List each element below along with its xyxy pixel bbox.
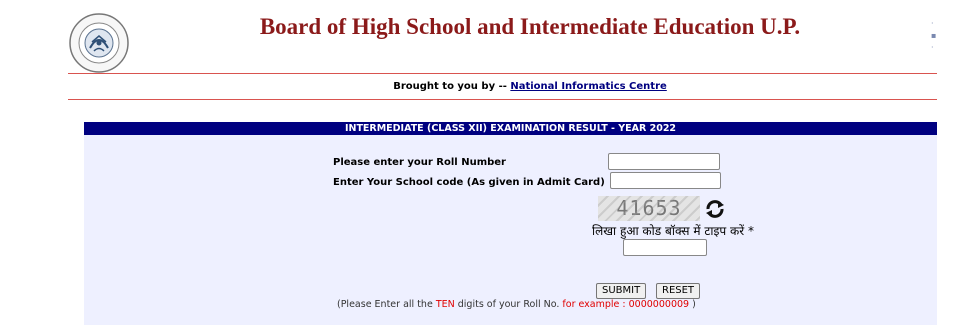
credit-prefix: Brought to you by --	[393, 81, 511, 92]
reset-button[interactable]: RESET	[656, 283, 701, 299]
captcha-input[interactable]	[623, 239, 707, 256]
edge-marks: · ▪ ·	[931, 19, 937, 52]
note-mid: digits of your Roll No.	[454, 299, 563, 310]
page-title: Board of High School and Intermediate Ed…	[259, 14, 801, 39]
school-code-label: Enter Your School code (As given in Admi…	[333, 177, 605, 188]
submit-button[interactable]: SUBMIT	[596, 283, 647, 299]
divider	[68, 73, 937, 74]
note-example: for example : 0000000009	[562, 299, 690, 310]
captcha-hint: लिखा हुआ कोड बॉक्स में टाइप करें *	[592, 224, 754, 238]
note-open: (Please Enter all the	[337, 299, 436, 310]
divider	[68, 99, 937, 100]
roll-number-input[interactable]	[608, 153, 720, 170]
result-form-panel: INTERMEDIATE (CLASS XII) EXAMINATION RES…	[84, 122, 937, 325]
note-ten: TEN	[435, 299, 455, 310]
school-code-input[interactable]	[610, 172, 721, 189]
nic-link[interactable]: National Informatics Centre	[510, 81, 666, 92]
captcha-image: 41653	[598, 196, 700, 221]
roll-number-label: Please enter your Roll Number	[333, 157, 506, 168]
refresh-captcha-icon[interactable]	[704, 198, 726, 220]
roll-number-note: (Please Enter all the TEN digits of your…	[337, 299, 696, 310]
form-heading: INTERMEDIATE (CLASS XII) EXAMINATION RES…	[84, 122, 937, 135]
credit-line: Brought to you by -- National Informatic…	[0, 81, 962, 92]
note-close: )	[689, 299, 696, 310]
